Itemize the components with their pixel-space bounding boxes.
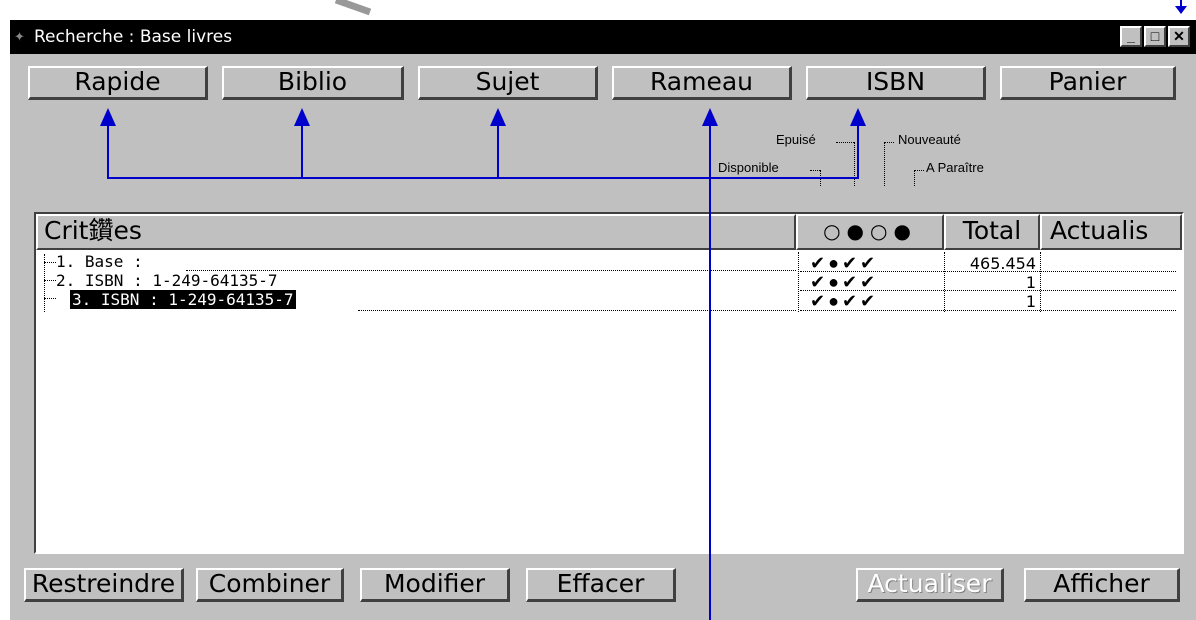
annotation-overlay [100,108,866,620]
